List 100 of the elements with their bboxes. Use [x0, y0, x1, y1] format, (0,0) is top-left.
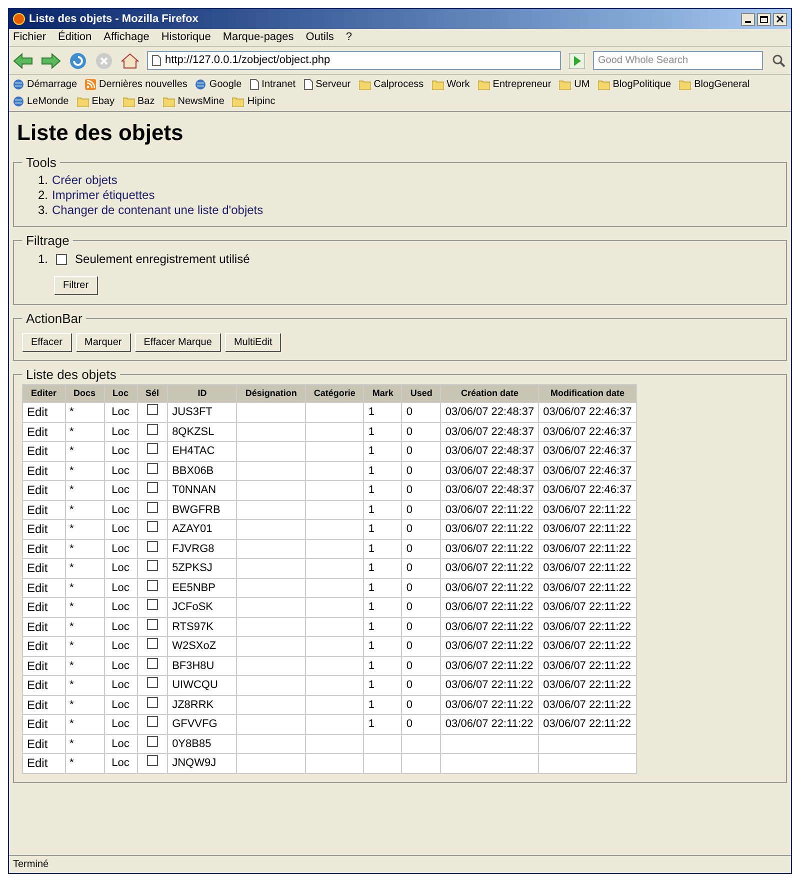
creation-date-cell: 03/06/07 22:11:22: [440, 598, 539, 617]
checkbox[interactable]: [146, 677, 158, 688]
folder-icon: [358, 80, 371, 90]
menu-item[interactable]: Outils: [306, 29, 334, 46]
bookmark-link[interactable]: Dernières nouvelles: [99, 77, 188, 92]
used-cell: 0: [402, 714, 441, 734]
docs-link[interactable]: *: [70, 620, 74, 632]
menu-item[interactable]: Historique: [161, 29, 211, 46]
docs-link[interactable]: *: [70, 757, 74, 769]
group-legend: Filtrage: [22, 230, 74, 250]
back-arrow-icon[interactable]: [13, 52, 33, 68]
used-cell: 0: [402, 480, 441, 500]
checkbox[interactable]: [146, 755, 158, 766]
checkbox[interactable]: [56, 254, 68, 264]
checkbox[interactable]: [146, 443, 158, 454]
go-icon[interactable]: [569, 52, 585, 68]
checkbox[interactable]: [146, 580, 158, 590]
bookmark-link[interactable]: BlogGeneral: [694, 77, 750, 92]
checkbox[interactable]: [146, 404, 158, 415]
bookmark-link[interactable]: UM: [574, 77, 590, 92]
id-cell: JZ8RRK: [168, 695, 237, 714]
checkbox[interactable]: [146, 638, 158, 649]
folder-icon: [162, 96, 175, 106]
bookmark-link[interactable]: Work: [446, 77, 470, 92]
menu-item[interactable]: ?: [346, 29, 352, 46]
menu-item[interactable]: Marque-pages: [222, 29, 294, 46]
bookmark-link[interactable]: Hipinc: [247, 94, 276, 109]
tool-link[interactable]: Créer objets: [52, 172, 118, 188]
docs-link[interactable]: *: [70, 406, 74, 418]
docs-link[interactable]: *: [70, 698, 74, 710]
bookmark-link[interactable]: Intranet: [262, 77, 296, 92]
menu-item[interactable]: Fichier: [13, 29, 46, 46]
bookmark-link[interactable]: Serveur: [316, 77, 351, 92]
docs-link[interactable]: *: [70, 542, 74, 554]
action-button[interactable]: Effacer Marque: [134, 332, 221, 352]
globe-icon: [13, 96, 24, 107]
forward-arrow-icon[interactable]: [41, 52, 61, 68]
bookmark-link[interactable]: Google: [209, 77, 242, 92]
checkbox[interactable]: [146, 658, 158, 668]
home-icon[interactable]: [121, 52, 139, 68]
docs-link[interactable]: *: [70, 523, 74, 535]
docs-link[interactable]: *: [70, 718, 74, 730]
action-button[interactable]: Marquer: [76, 332, 131, 352]
checkbox[interactable]: [146, 502, 158, 512]
checkbox[interactable]: [146, 736, 158, 746]
bookmark-link[interactable]: Démarrage: [27, 77, 78, 92]
checkbox[interactable]: [146, 716, 158, 727]
action-button[interactable]: Effacer: [22, 332, 72, 352]
docs-link[interactable]: *: [70, 445, 74, 457]
docs-link[interactable]: *: [70, 601, 74, 613]
address-field[interactable]: http://127.0.0.1/zobject/object.php: [147, 51, 561, 70]
close-button[interactable]: [773, 12, 787, 26]
checkbox[interactable]: [146, 599, 158, 610]
tool-link[interactable]: Changer de contenant une liste d'objets: [52, 202, 264, 218]
bookmark-link[interactable]: Baz: [138, 94, 155, 109]
mark-cell: 1: [364, 402, 402, 422]
docs-link[interactable]: *: [70, 679, 74, 691]
docs-link[interactable]: *: [70, 640, 74, 652]
tool-link[interactable]: Imprimer étiquettes: [52, 188, 155, 202]
used-cell: 0: [402, 695, 441, 714]
reload-icon[interactable]: [69, 52, 87, 70]
docs-link[interactable]: *: [70, 582, 74, 594]
folder-icon: [559, 80, 572, 90]
checkbox[interactable]: [146, 540, 158, 552]
bookmark-link[interactable]: LeMonde: [27, 94, 69, 109]
id-cell: BBX06B: [168, 461, 237, 480]
docs-link[interactable]: *: [70, 484, 74, 496]
checkbox[interactable]: [146, 618, 158, 630]
checkbox[interactable]: [146, 482, 158, 493]
folder-icon: [679, 80, 692, 90]
docs-link[interactable]: *: [70, 426, 74, 438]
id-cell: FJVRG8: [168, 539, 237, 558]
bookmark-link[interactable]: NewsMine: [178, 94, 224, 109]
minimize-button[interactable]: [741, 12, 755, 26]
docs-link[interactable]: *: [70, 660, 74, 672]
mark-cell: 1: [364, 676, 402, 695]
menu-item[interactable]: Édition: [58, 29, 92, 46]
search-field[interactable]: Good Whole Search: [593, 51, 763, 70]
bookmark-link[interactable]: Entrepreneur: [492, 77, 552, 92]
checkbox[interactable]: [146, 424, 158, 434]
filter-button[interactable]: Filtrer: [54, 276, 98, 295]
checkbox[interactable]: [146, 696, 158, 708]
modification-date-cell: 03/06/07 22:11:22: [538, 500, 636, 520]
checkbox[interactable]: [146, 462, 158, 474]
maximize-button[interactable]: [757, 12, 771, 26]
docs-link[interactable]: *: [70, 562, 74, 574]
docs-link[interactable]: *: [70, 464, 74, 476]
search-icon[interactable]: [771, 52, 787, 68]
docs-link[interactable]: *: [70, 504, 74, 516]
checkbox[interactable]: [146, 560, 158, 571]
docs-link[interactable]: *: [70, 738, 74, 750]
bookmark-link[interactable]: Calprocess: [374, 77, 424, 92]
bookmark-link[interactable]: Ebay: [92, 94, 114, 109]
creation-date-cell: 03/06/07 22:48:37: [440, 402, 539, 422]
creation-date-cell: 03/06/07 22:11:22: [440, 500, 539, 520]
action-button[interactable]: MultiEdit: [224, 332, 282, 352]
menu-item[interactable]: Affichage: [104, 29, 150, 46]
used-cell: 0: [402, 520, 441, 539]
checkbox[interactable]: [146, 521, 158, 532]
bookmark-link[interactable]: BlogPolitique: [612, 77, 672, 92]
